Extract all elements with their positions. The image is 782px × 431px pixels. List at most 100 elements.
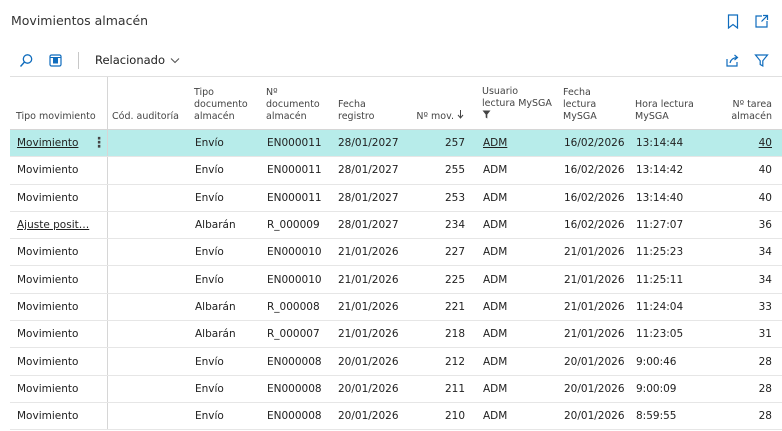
cell-usuario-lectura: ADM [483,300,508,313]
table-row[interactable]: Movimiento Albarán R_000008 21/01/2026 2… [10,293,782,322]
row-divider [107,266,108,293]
col-header-hora-lectura[interactable]: Hora lectura MySGA [635,99,697,123]
table-row[interactable]: Movimiento Envío EN000011 28/01/2027 255… [10,157,782,185]
cell-tipo-documento: Albarán [195,219,236,232]
cell-fecha-registro: 28/01/2027 [338,191,399,204]
col-header-fecha-lectura[interactable]: Fecha lectura MySGA [563,87,615,123]
row-divider [107,211,108,239]
cell-num-mov: 211 [444,382,465,395]
cell-hora-lectura: 13:14:40 [636,191,684,204]
col-header-num-mov[interactable]: Nº mov. [412,109,464,123]
cell-num-documento: EN000011 [267,164,322,177]
cell-usuario-lectura: ADM [483,219,508,232]
cell-usuario-lectura: ADM [483,273,508,286]
cell-fecha-registro: 20/01/2026 [338,382,399,395]
cell-fecha-lectura: 20/01/2026 [564,355,625,368]
cell-fecha-registro: 28/01/2027 [338,137,399,150]
cell-num-mov: 212 [444,355,465,368]
table-row[interactable]: Movimiento Envío EN000008 20/01/2026 210… [10,402,782,431]
cell-num-tarea: 40 [758,164,772,177]
cell-num-documento: EN000008 [267,355,322,368]
related-label: Relacionado [95,53,166,67]
cell-fecha-lectura: 16/02/2026 [564,219,625,232]
cell-usuario-lectura: ADM [483,137,508,150]
cell-num-mov: 234 [444,219,465,232]
col-header-cod-auditoria[interactable]: Cód. auditoría [112,111,192,123]
row-divider [107,375,108,402]
col-header-num-documento[interactable]: Nº documento almacén [266,87,328,123]
bookmark-icon[interactable] [724,12,742,30]
cell-tipo-documento: Envío [195,355,224,368]
table-row[interactable]: Movimiento Envío EN000010 21/01/2026 225… [10,266,782,294]
cell-tipo-movimiento[interactable]: Movimiento [17,321,78,347]
cell-fecha-registro: 21/01/2026 [338,273,399,286]
table-row[interactable]: Ajuste posit… Albarán R_000009 28/01/202… [10,211,782,240]
cell-num-tarea: 34 [758,273,772,286]
search-icon[interactable] [17,51,35,69]
cell-hora-lectura: 9:00:46 [636,355,677,368]
cell-hora-lectura: 11:23:05 [636,328,684,341]
open-new-window-icon[interactable] [752,12,770,30]
edit-list-icon[interactable] [46,51,64,69]
table-row[interactable]: Movimiento Envío EN000010 21/01/2026 227… [10,239,782,267]
table-header: Tipo movimiento Cód. auditoría Tipo docu… [10,77,782,130]
cell-tipo-movimiento[interactable]: Movimiento [17,403,78,429]
cell-tipo-movimiento[interactable]: Movimiento [17,348,78,374]
cell-num-tarea: 28 [758,382,772,395]
cell-tipo-movimiento[interactable]: Ajuste posit… [17,212,89,238]
cell-usuario-lectura: ADM [483,246,508,259]
cell-num-documento: EN000011 [267,191,322,204]
cell-usuario-lectura: ADM [483,191,508,204]
cell-tipo-movimiento[interactable]: Movimiento [17,266,78,292]
cell-num-mov: 253 [444,191,465,204]
col-header-tipo-documento[interactable]: Tipo documento almacén [194,87,256,123]
cell-tipo-movimiento[interactable]: Movimiento [17,294,78,320]
cell-fecha-registro: 20/01/2026 [338,410,399,423]
cell-num-tarea: 28 [758,355,772,368]
cell-usuario-lectura: ADM [483,410,508,423]
cell-num-tarea: 40 [758,191,772,204]
action-bar: Relacionado [0,45,782,76]
table-row[interactable]: Movimiento Envío EN000008 20/01/2026 212… [10,348,782,376]
cell-tipo-movimiento[interactable]: Movimiento [17,185,78,211]
cell-fecha-registro: 21/01/2026 [338,328,399,341]
table-row[interactable]: Movimiento ⋮ Envío EN000011 28/01/2027 2… [10,130,782,158]
cell-num-mov: 257 [444,137,465,150]
cell-tipo-documento: Envío [195,273,224,286]
cell-usuario-lectura: ADM [483,164,508,177]
cell-tipo-documento: Envío [195,382,224,395]
cell-num-mov: 227 [444,246,465,259]
table-row[interactable]: Movimiento Albarán R_000007 21/01/2026 2… [10,321,782,349]
cell-num-mov: 255 [444,164,465,177]
related-menu-button[interactable]: Relacionado [95,53,180,67]
col-header-num-tarea[interactable]: Nº tarea almacén [716,99,772,123]
row-actions-icon[interactable]: ⋮ [92,130,106,156]
cell-tipo-movimiento[interactable]: Movimiento [17,239,78,265]
col-header-fecha-registro[interactable]: Fecha registro [338,99,388,123]
cell-tipo-movimiento[interactable]: Movimiento [17,376,78,402]
filter-icon[interactable] [752,51,770,69]
cell-fecha-registro: 21/01/2026 [338,300,399,313]
cell-fecha-lectura: 20/01/2026 [564,382,625,395]
cell-num-documento: EN000011 [267,137,322,150]
table-row[interactable]: Movimiento Envío EN000011 28/01/2027 253… [10,184,782,212]
cell-fecha-lectura: 21/01/2026 [564,273,625,286]
cell-tipo-documento: Envío [195,137,224,150]
cell-tipo-movimiento[interactable]: Movimiento [17,130,78,156]
cell-hora-lectura: 11:27:07 [636,219,684,232]
col-header-tipo-movimiento[interactable]: Tipo movimiento [16,111,104,123]
cell-tipo-documento: Envío [195,191,224,204]
cell-num-documento: EN000010 [267,273,322,286]
row-divider [107,184,108,211]
cell-num-documento: R_000007 [267,328,320,341]
cell-fecha-lectura: 21/01/2026 [564,300,625,313]
cell-fecha-lectura: 21/01/2026 [564,246,625,259]
table-row[interactable]: Movimiento Envío EN000008 20/01/2026 211… [10,375,782,403]
cell-num-mov: 218 [444,328,465,341]
cell-tipo-documento: Envío [195,410,224,423]
cell-tipo-movimiento[interactable]: Movimiento [17,157,78,183]
share-icon[interactable] [723,51,741,69]
cell-num-documento: R_000009 [267,219,320,232]
cell-usuario-lectura: ADM [483,355,508,368]
col-header-usuario-lectura[interactable]: Usuario lectura MySGA [482,86,554,123]
